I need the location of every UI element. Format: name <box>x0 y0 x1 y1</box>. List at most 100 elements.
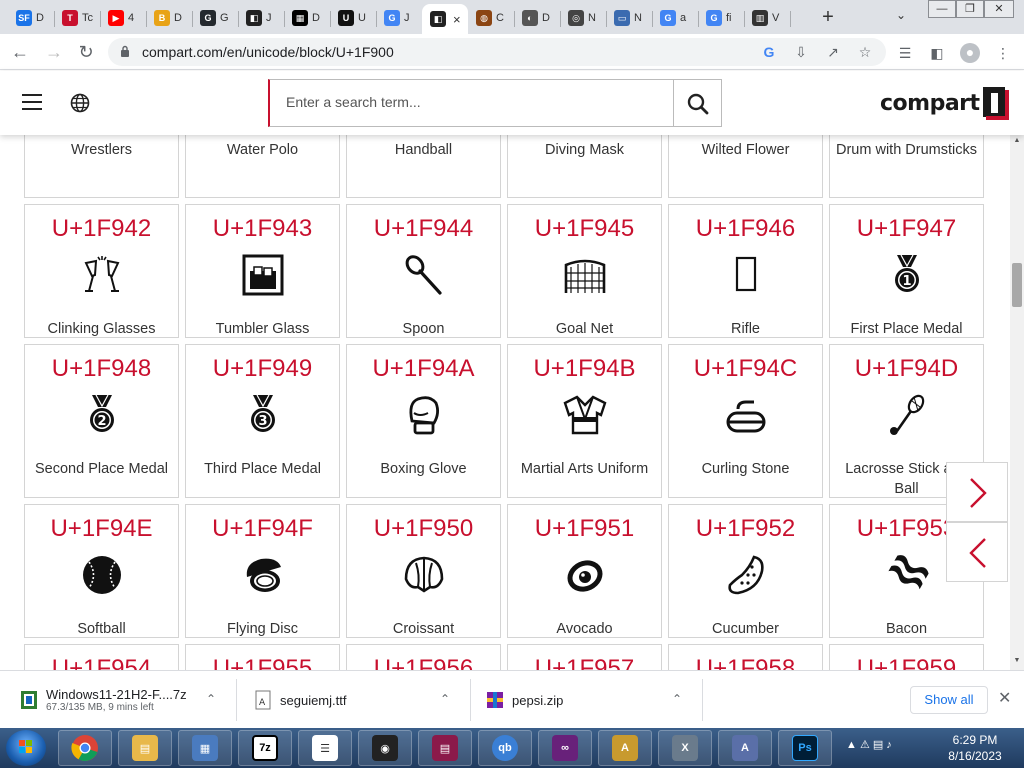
taskbar-photoshop[interactable]: Ps <box>778 730 832 766</box>
unicode-char-card[interactable]: U+1F957 <box>507 644 662 670</box>
chevron-up-icon[interactable]: ⌃ <box>206 692 216 706</box>
search-input[interactable] <box>286 94 656 110</box>
browser-tab[interactable]: Gfi <box>698 4 744 32</box>
side-panel-icon[interactable]: ◧ <box>928 44 946 62</box>
scrollbar-thumb[interactable] <box>1012 263 1022 307</box>
close-tab-icon[interactable]: × <box>453 12 461 27</box>
close-window-button[interactable]: ✕ <box>984 0 1014 18</box>
unicode-char-card[interactable]: U+1F949 3 Third Place Medal <box>185 344 340 498</box>
browser-tab[interactable]: ◧ × <box>422 4 468 34</box>
download-item[interactable]: pepsi.zip <box>486 671 563 729</box>
taskbar-network[interactable]: ▦ <box>178 730 232 766</box>
char-codepoint[interactable]: U+1F94D <box>830 355 983 383</box>
browser-tab[interactable]: ▦ D <box>284 4 330 32</box>
taskbar-qbittorrent[interactable]: qb <box>478 730 532 766</box>
char-codepoint[interactable]: U+1F955 <box>186 655 339 670</box>
unicode-char-card[interactable]: U+1F945 Goal Net <box>507 204 662 338</box>
hamburger-menu-icon[interactable] <box>22 94 42 110</box>
search-button[interactable] <box>673 79 722 127</box>
unicode-char-card[interactable]: U+1F944 Spoon <box>346 204 501 338</box>
unicode-char-card[interactable]: U+1F948 2 Second Place Medal <box>24 344 179 498</box>
browser-tab[interactable]: ◎ N <box>560 4 606 32</box>
browser-tab[interactable]: SF D <box>8 4 54 32</box>
char-codepoint[interactable]: U+1F94F <box>186 515 339 543</box>
taskbar-notepad[interactable]: ☰ <box>298 730 352 766</box>
char-codepoint[interactable]: U+1F94B <box>508 355 661 383</box>
browser-tab[interactable]: GG <box>192 4 238 32</box>
browser-tab[interactable]: ▭ N <box>606 4 652 32</box>
char-codepoint[interactable]: U+1F958 <box>669 655 822 670</box>
char-codepoint[interactable]: U+1F948 <box>25 355 178 383</box>
restore-button[interactable]: ❐ <box>956 0 984 18</box>
profile-avatar-icon[interactable]: ● <box>960 43 980 63</box>
unicode-char-card[interactable]: U+1F942 Clinking Glasses <box>24 204 179 338</box>
unicode-char-card[interactable]: Water Polo <box>185 135 340 198</box>
browser-tab[interactable]: ◍ C <box>468 4 514 32</box>
browser-tab[interactable]: Ga <box>652 4 698 32</box>
taskbar-explorer[interactable]: ▤ <box>118 730 172 766</box>
compart-logo[interactable]: compart <box>880 86 1010 120</box>
char-codepoint[interactable]: U+1F950 <box>347 515 500 543</box>
unicode-char-card[interactable]: U+1F951 Avocado <box>507 504 662 638</box>
taskbar-app-xd[interactable]: X <box>658 730 712 766</box>
reload-icon[interactable]: ↻ <box>74 40 98 64</box>
browser-tab[interactable]: ▶ 4 <box>100 4 146 32</box>
char-codepoint[interactable]: U+1F951 <box>508 515 661 543</box>
url-text[interactable]: compart.com/en/unicode/block/U+1F900 <box>142 44 394 60</box>
scroll-down-icon[interactable]: ▼ <box>1012 657 1022 664</box>
taskbar-winrar[interactable]: ▤ <box>418 730 472 766</box>
unicode-char-card[interactable]: U+1F947 1 First Place Medal <box>829 204 984 338</box>
download-item[interactable]: Windows11-21H2-F....7z 67.3/135 MB, 9 mi… <box>20 671 187 729</box>
unicode-char-card[interactable]: U+1F952 Cucumber <box>668 504 823 638</box>
next-page-button[interactable] <box>946 462 1008 522</box>
chevron-up-icon[interactable]: ⌃ <box>672 692 682 706</box>
taskbar-visual-studio[interactable]: ∞ <box>538 730 592 766</box>
new-tab-button[interactable]: + <box>816 6 840 30</box>
unicode-char-card[interactable]: U+1F943 Tumbler Glass <box>185 204 340 338</box>
windows-start-button[interactable] <box>6 730 46 766</box>
unicode-char-card[interactable]: U+1F94B Martial Arts Uniform <box>507 344 662 498</box>
char-codepoint[interactable]: U+1F956 <box>347 655 500 670</box>
char-codepoint[interactable]: U+1F959 <box>830 655 983 670</box>
char-codepoint[interactable]: U+1F946 <box>669 215 822 243</box>
char-codepoint[interactable]: U+1F947 <box>830 215 983 243</box>
page-scrollbar[interactable]: ▲ ▼ <box>1010 135 1024 670</box>
unicode-char-card[interactable]: U+1F946 Rifle <box>668 204 823 338</box>
system-tray[interactable]: ▲ ⚠ ▤ ♪ <box>846 738 892 751</box>
unicode-char-card[interactable]: Drum with Drumsticks <box>829 135 984 198</box>
browser-tab[interactable]: BD <box>146 4 192 32</box>
browser-tab[interactable]: GJ <box>376 4 422 32</box>
char-codepoint[interactable]: U+1F94E <box>25 515 178 543</box>
unicode-char-card[interactable]: U+1F94A Boxing Glove <box>346 344 501 498</box>
tab-search-chevron-icon[interactable]: ⌄ <box>896 8 906 22</box>
char-codepoint[interactable]: U+1F944 <box>347 215 500 243</box>
chevron-up-icon[interactable]: ⌃ <box>440 692 450 706</box>
browser-tab[interactable]: ◐ D <box>514 4 560 32</box>
unicode-char-card[interactable]: Diving Mask <box>507 135 662 198</box>
unicode-char-card[interactable]: U+1F958 <box>668 644 823 670</box>
show-all-downloads-button[interactable]: Show all <box>910 686 988 714</box>
browser-tab[interactable]: ◧ J <box>238 4 284 32</box>
taskbar-chrome[interactable] <box>58 730 112 766</box>
char-codepoint[interactable]: U+1F943 <box>186 215 339 243</box>
char-codepoint[interactable]: U+1F94C <box>669 355 822 383</box>
unicode-char-card[interactable]: U+1F94E Softball <box>24 504 179 638</box>
previous-page-button[interactable] <box>946 522 1008 582</box>
char-codepoint[interactable]: U+1F942 <box>25 215 178 243</box>
unicode-char-card[interactable]: Handball <box>346 135 501 198</box>
forward-icon[interactable]: → <box>42 40 66 64</box>
taskbar-cat-app[interactable]: ◉ <box>358 730 412 766</box>
unicode-char-card[interactable]: U+1F950 Croissant <box>346 504 501 638</box>
taskbar-app-a2[interactable]: A <box>718 730 772 766</box>
minimize-button[interactable]: — <box>928 0 956 18</box>
taskbar-clock[interactable]: 6:29 PM 8/16/2023 <box>940 732 1010 764</box>
close-downloads-bar-icon[interactable]: ✕ <box>998 688 1011 708</box>
browser-tab[interactable]: T Tc <box>54 4 100 32</box>
unicode-char-card[interactable]: U+1F956 <box>346 644 501 670</box>
char-codepoint[interactable]: U+1F957 <box>508 655 661 670</box>
unicode-char-card[interactable]: U+1F954 <box>24 644 179 670</box>
globe-language-icon[interactable] <box>70 93 90 113</box>
unicode-char-card[interactable]: Wilted Flower <box>668 135 823 198</box>
browser-tab[interactable]: ▥ V <box>744 4 790 32</box>
google-translate-icon[interactable]: G <box>760 43 778 61</box>
